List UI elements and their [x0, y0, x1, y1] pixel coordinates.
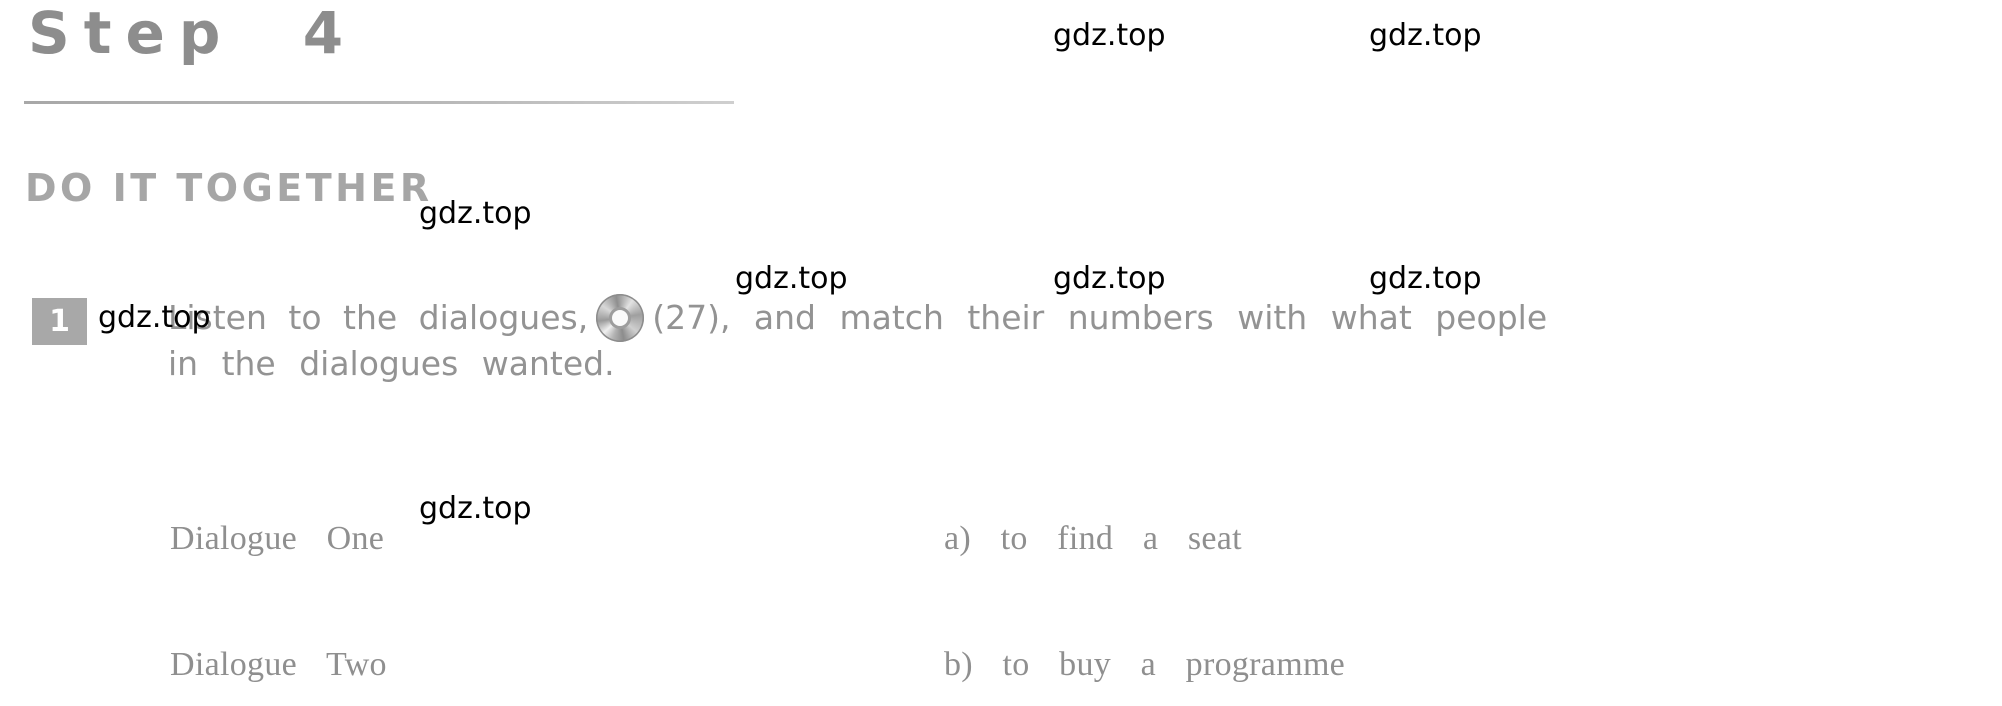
section-heading: DO IT TOGETHER [25, 166, 433, 210]
title-divider [24, 101, 734, 104]
instruction-text-part1: Listen to the dialogues, [168, 298, 589, 337]
list-item[interactable]: a) to find a seat [944, 518, 1392, 560]
exercise-number-badge: 1 [32, 298, 87, 345]
cd-disc-icon[interactable] [596, 294, 645, 342]
watermark-label: gdz.top [1053, 261, 1166, 296]
watermark-label: gdz.top [419, 196, 532, 231]
matching-right-column: a) to find a seat b) to buy a programme … [944, 434, 1392, 706]
watermark-label: gdz.top [735, 261, 848, 296]
exercise-instruction: Listen to the dialogues, (27), and match … [168, 292, 1998, 344]
watermark-label: gdz.top [1053, 18, 1166, 53]
list-item[interactable]: Dialogue Two [170, 644, 407, 686]
watermark-label: gdz.top [1369, 261, 1482, 296]
list-item[interactable]: b) to buy a programme [944, 644, 1392, 686]
list-item[interactable]: Dialogue One [170, 518, 407, 560]
watermark-label: gdz.top [1369, 18, 1482, 53]
instruction-second-line: in the dialogues wanted. [168, 344, 615, 383]
matching-left-column: Dialogue One Dialogue Two Dialogue Three… [170, 434, 407, 706]
textbook-page: Step 4 DO IT TOGETHER 1 Listen to the di… [0, 0, 2002, 706]
instruction-text-part2: (27), and match their numbers with what … [652, 298, 1548, 337]
watermark-label: gdz.top [98, 300, 211, 335]
page-title: Step 4 [28, 0, 358, 67]
watermark-label: gdz.top [419, 491, 532, 526]
